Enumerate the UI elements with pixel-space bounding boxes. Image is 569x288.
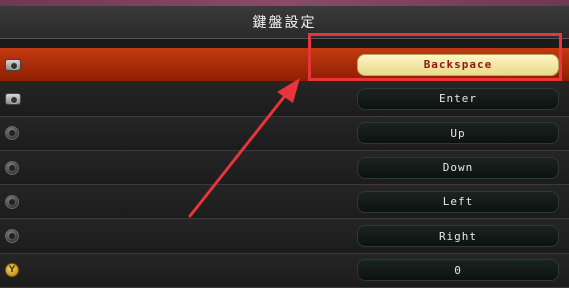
keybinding-row-y[interactable]: Y 0 — [0, 253, 569, 288]
stick-up-icon — [5, 126, 19, 141]
keybinding-row-camera-rotate[interactable]: Enter — [0, 82, 569, 117]
keybinding-row-left[interactable]: Left — [0, 185, 569, 220]
y-button-icon: Y — [5, 263, 19, 278]
key-binding-button[interactable]: Right — [357, 225, 559, 248]
camera-icon — [5, 58, 21, 71]
keybinding-row-down[interactable]: Down — [0, 150, 569, 186]
key-binding-button[interactable]: Down — [357, 156, 559, 179]
annotation-highlight-box — [308, 33, 562, 81]
keybinding-list: Backspace Enter Up Down Left Right Y 0 — [0, 48, 569, 288]
key-binding-button[interactable]: Left — [357, 190, 559, 213]
key-binding-button[interactable]: 0 — [357, 259, 559, 282]
stick-left-icon — [5, 194, 19, 209]
stick-down-icon — [5, 160, 19, 175]
camera-rotate-icon — [5, 92, 21, 105]
stick-right-icon — [5, 229, 19, 244]
key-binding-button[interactable]: Enter — [357, 87, 559, 110]
keybinding-row-right[interactable]: Right — [0, 219, 569, 254]
keybinding-row-up[interactable]: Up — [0, 116, 569, 151]
key-binding-button[interactable]: Up — [357, 122, 559, 145]
page-title: 鍵盤設定 — [252, 15, 317, 31]
